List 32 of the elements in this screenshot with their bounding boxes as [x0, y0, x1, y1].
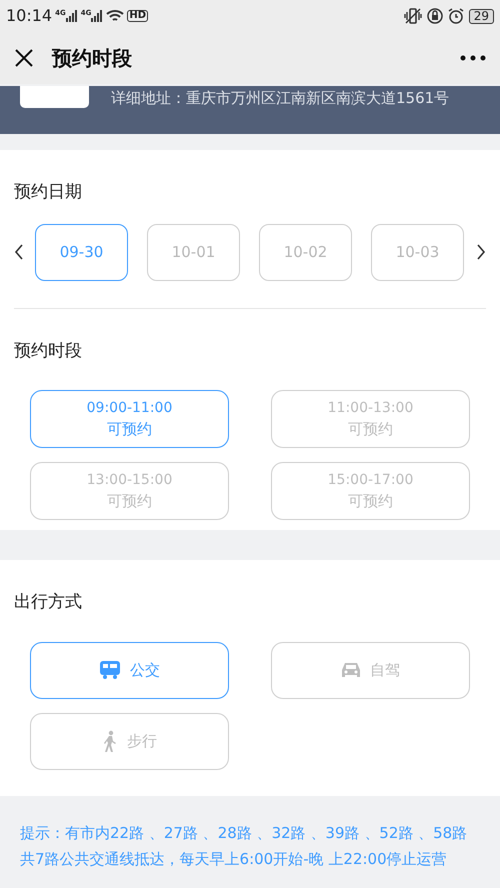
walking-person-icon [102, 730, 118, 752]
status-time: 10:14 [6, 5, 52, 27]
vibrate-icon [404, 8, 422, 24]
tip-text: 提示：有市内22路 、27路 、28路 、32路 、39路 、52路 、58路共7路公共交通线抵达，每天早上6:00开始-晚 上22:00停止运营 [20, 823, 468, 870]
signal-icon [91, 10, 104, 22]
lock-icon [426, 8, 443, 24]
section-title: 出行方式 [14, 591, 82, 614]
bus-icon [99, 660, 121, 680]
time-slot-option[interactable]: 13:00-15:00 可预约 [30, 462, 229, 520]
date-chip[interactable]: 10-02 [259, 224, 352, 280]
date-chip[interactable]: 10-01 [147, 224, 240, 280]
address-text: 详细地址：重庆市万州区江南新区南滨大道1561号 [111, 88, 450, 109]
time-slot-option[interactable]: 15:00-17:00 可预约 [271, 462, 470, 520]
wifi-icon [106, 9, 124, 23]
travel-mode-option[interactable]: 公交 [30, 642, 229, 698]
hd-label: HD [127, 10, 148, 22]
time-slot-option[interactable]: 11:00-13:00 可预约 [271, 390, 470, 448]
section-title: 预约日期 [14, 181, 82, 204]
image-placeholder [20, 86, 89, 108]
section-title: 预约时段 [14, 340, 82, 362]
alarm-icon [448, 8, 464, 24]
travel-mode-option[interactable]: 步行 [30, 712, 229, 770]
time-slot-option[interactable]: 09:00-11:00 可预约 [30, 390, 229, 448]
signal-icon [66, 10, 78, 22]
more-icon[interactable] [460, 55, 486, 61]
date-chip[interactable]: 10-03 [371, 224, 464, 280]
travel-mode-option[interactable]: 自驾 [271, 642, 470, 698]
car-icon [341, 661, 361, 679]
date-chip[interactable]: 09-30 [35, 224, 128, 280]
battery-indicator: 29 [468, 8, 494, 24]
page-title: 预约时段 [52, 45, 132, 72]
close-icon[interactable] [14, 48, 34, 68]
